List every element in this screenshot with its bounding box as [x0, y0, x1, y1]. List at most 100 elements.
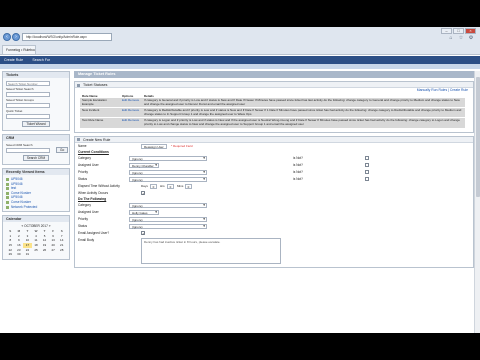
action-status-select[interactable]: (Ignore) — [129, 223, 207, 229]
rule-name-cell: New Incident — [80, 107, 120, 119]
create-rule-section: Create New Rule Name Reassign User * Req… — [74, 135, 474, 268]
calendar-date[interactable]: 31 — [23, 252, 32, 257]
table-row: Sample Escalation Example Edit Remove If… — [80, 98, 465, 109]
when-activity-checkbox[interactable] — [141, 191, 145, 196]
when-activity-label: When Activity Occurs — [78, 190, 109, 195]
star-icon[interactable]: ☆ — [458, 35, 464, 41]
action-assigned-user-label: Assigned User — [78, 209, 99, 214]
close-icon[interactable]: × — [465, 28, 476, 34]
minimize-icon[interactable]: – — [441, 28, 452, 34]
rule-options-links[interactable]: Edit Remove — [122, 108, 139, 112]
priority-select[interactable]: (Ignore) — [129, 169, 207, 175]
action-category-select[interactable]: (Ignore) — [129, 202, 207, 208]
calendar-date — [57, 252, 66, 257]
hrs-label: Hrs — [160, 183, 165, 188]
forward-arrow-icon[interactable]: › — [12, 33, 20, 41]
calendar-date — [32, 252, 41, 257]
browser-tab[interactable]: Funnelog • Rulebook — [2, 45, 36, 54]
category-select[interactable]: (Ignore) — [129, 155, 207, 161]
crm-panel: CRM Saved CRM Search Go Search CRM — [2, 134, 70, 165]
is-not-label: is Not? — [293, 162, 303, 167]
email-body-textarea[interactable]: Denny has had inactive ticket in 8 hours… — [141, 237, 281, 264]
is-not-label: is Not? — [293, 169, 303, 174]
calendar-date — [49, 252, 58, 257]
scrollbar-thumb[interactable] — [476, 77, 480, 197]
letterbox-top — [0, 0, 480, 27]
rule-options-links[interactable]: Edit Remove — [122, 98, 139, 102]
action-status-label: Status — [78, 223, 88, 228]
calendar-prev-icon[interactable]: « — [21, 224, 23, 228]
table-row: New Incident Edit Remove If category is … — [80, 107, 465, 119]
table-row: Test Rule Name Edit Remove If category i… — [80, 117, 465, 129]
category-is-not-checkbox[interactable] — [365, 156, 369, 161]
status-select[interactable]: (Ignore) — [129, 176, 207, 182]
app-header: Create Rule Search For — [0, 56, 480, 64]
crm-go-button[interactable]: Go — [56, 147, 69, 153]
rule-details-cell: If category is Logon and if priority is … — [142, 117, 465, 129]
address-bar[interactable]: http://localhost/WSO/unity/AdminRule.asp… — [22, 33, 112, 41]
action-category-label: Category — [78, 202, 91, 207]
saved-ticket-search-select[interactable] — [6, 92, 50, 97]
calendar-grid: S M T W T F S 1 2 3 4 5 6 7 8 9 10 11 12 13 14 15 16 17 18 19 20 21… — [6, 229, 66, 257]
calendar-month: OCTOBER 2017 — [24, 224, 48, 229]
main-content: Manage Ticket Rules Ticket Statuses Manu… — [74, 71, 474, 333]
browser-window: ‹ › http://localhost/WSO/unity/AdminRule… — [0, 27, 480, 333]
calendar-date[interactable]: 29 — [6, 252, 15, 257]
calendar-next-icon[interactable]: » — [49, 224, 51, 228]
required-note: * Required Field — [171, 143, 193, 148]
sidebar: Tickets Search Ticket Number Saved Ticke… — [2, 71, 70, 333]
rule-name-input[interactable]: Reassign User — [141, 143, 167, 149]
assigned-user-label: Assigned User — [78, 162, 99, 167]
assigned-user-select[interactable]: Denny Chandler — [129, 162, 159, 168]
back-arrow-icon[interactable]: ‹ — [3, 33, 11, 41]
hrs-input[interactable]: 0 — [167, 183, 174, 189]
rule-name-cell: Sample Escalation Example — [80, 98, 120, 109]
action-priority-label: Priority — [78, 216, 88, 221]
header-search[interactable]: Search For — [28, 58, 54, 62]
calendar-date — [40, 252, 49, 257]
email-assigned-checkbox[interactable] — [141, 231, 145, 236]
is-not-label: is Not? — [293, 176, 303, 181]
app-subheader — [0, 64, 480, 69]
priority-is-not-checkbox[interactable] — [365, 170, 369, 175]
ticket-wizard-button[interactable]: Ticket Wizard — [22, 121, 50, 127]
priority-label: Priority — [78, 169, 88, 174]
assigned-is-not-checkbox[interactable] — [365, 163, 369, 168]
tickets-panel: Tickets Search Ticket Number Saved Ticke… — [2, 71, 70, 131]
recent-item[interactable]: Network Protected — [6, 205, 66, 210]
action-priority-select[interactable]: (Ignore) — [129, 216, 207, 222]
rules-table: Rule Name Options Details Sample Escalat… — [80, 94, 465, 129]
mins-label: Mins — [177, 183, 184, 188]
quick-ticket-label: Quick Ticket — [6, 109, 23, 113]
manually-run-rules-link[interactable]: Manually Run Rules — [417, 88, 447, 92]
email-body-label: Email Body — [78, 237, 95, 242]
header-create-rule[interactable]: Create Rule — [0, 58, 27, 62]
rule-options-links[interactable]: Edit Remove — [122, 118, 139, 123]
days-input[interactable]: 0 — [150, 183, 157, 189]
ticket-search-input[interactable]: Search Ticket Number — [6, 81, 50, 86]
saved-ticket-groups-select[interactable] — [6, 103, 50, 108]
elapsed-time-label: Elapsed Time Without Activity — [78, 183, 120, 188]
gear-icon[interactable]: ⚙ — [468, 35, 474, 41]
mins-input[interactable]: 0 — [185, 183, 192, 189]
calendar-panel: Calendar « OCTOBER 2017 » SMTWTFS1234567… — [2, 215, 70, 260]
page-scrollbar[interactable] — [474, 71, 480, 333]
saved-ticket-groups-label: Saved Ticket Groups — [6, 98, 34, 102]
saved-ticket-search-label: Saved Ticket Search — [6, 87, 34, 91]
calendar-date[interactable]: 30 — [15, 252, 24, 257]
home-icon[interactable]: ⌂ — [448, 35, 454, 41]
rule-details-cell: If category is General and if priority i… — [142, 98, 465, 109]
saved-crm-search-select[interactable] — [6, 148, 50, 153]
category-label: Category — [78, 155, 91, 160]
name-label: Name — [78, 143, 87, 148]
rule-details-cell: If category is Redistributable and if pr… — [142, 107, 465, 119]
status-is-not-checkbox[interactable] — [365, 177, 369, 182]
create-rule-link[interactable]: Create Rule — [450, 88, 468, 92]
rule-name-cell: Test Rule Name — [80, 117, 120, 129]
search-crm-button[interactable]: Search CRM — [22, 155, 50, 161]
quick-ticket-select[interactable] — [6, 114, 50, 119]
rules-overview-title: Ticket Statuses — [75, 82, 473, 88]
rules-overview-section: Ticket Statuses Manually Run Rules | Cre… — [74, 81, 474, 133]
action-assigned-user-select[interactable]: Holly Gates — [129, 209, 159, 215]
maximize-icon[interactable]: □ — [453, 28, 464, 34]
